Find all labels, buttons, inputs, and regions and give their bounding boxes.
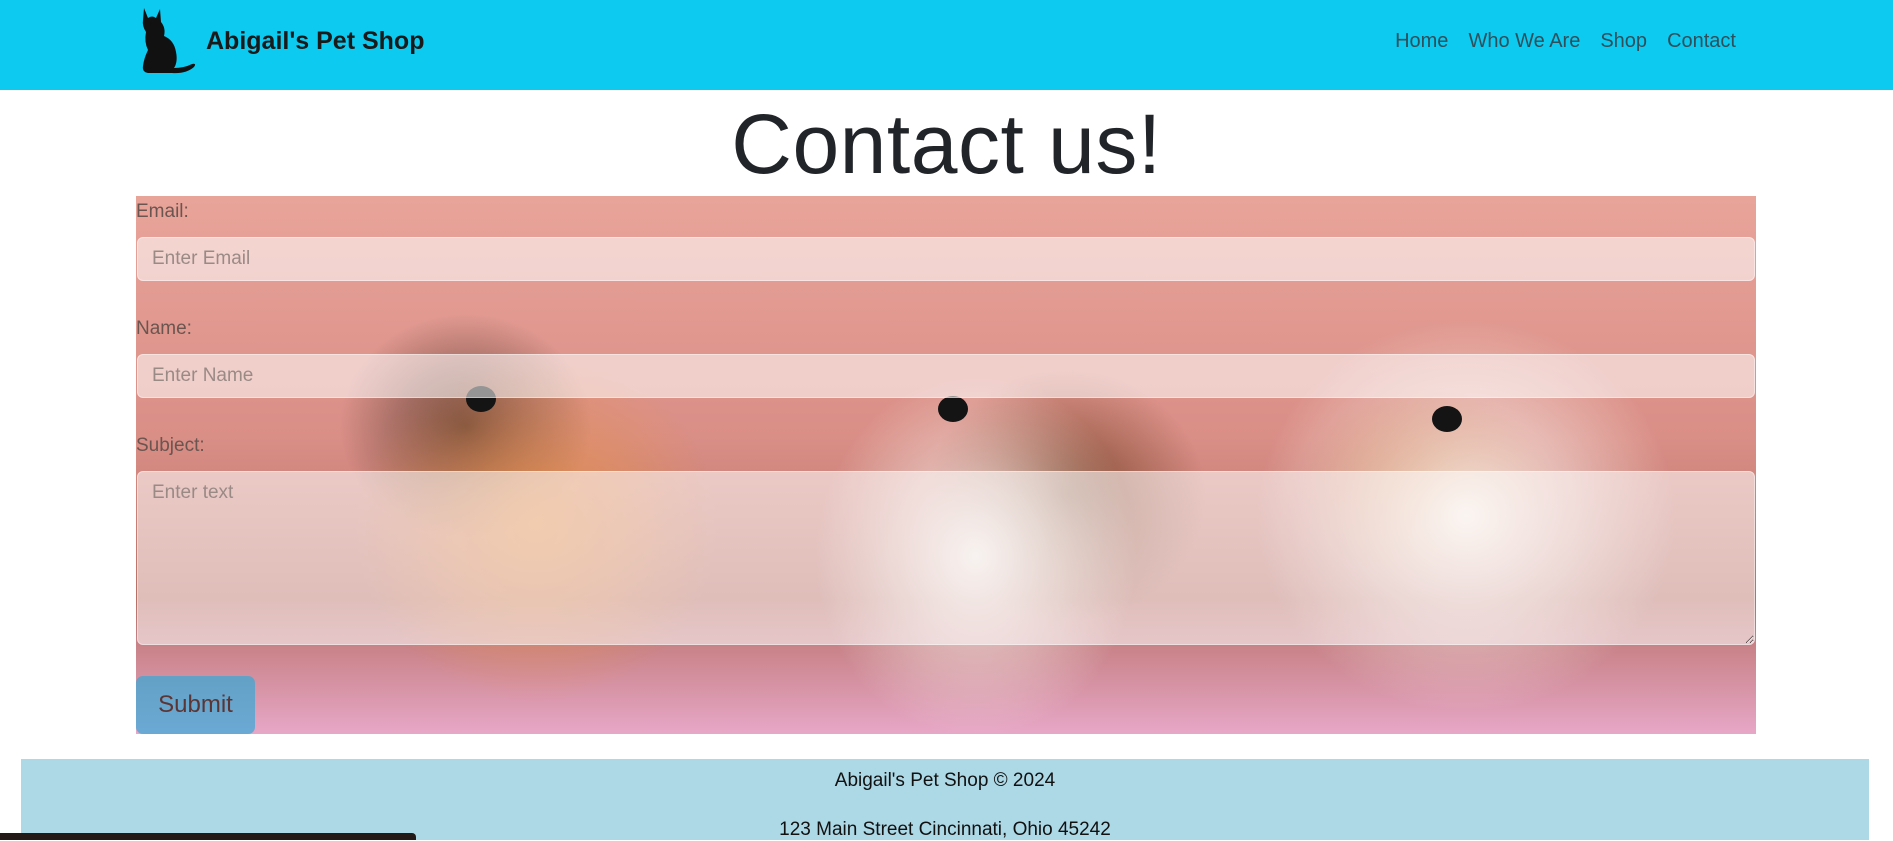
nav-who-we-are[interactable]: Who We Are [1458, 26, 1590, 57]
brand-name: Abigail's Pet Shop [206, 26, 425, 55]
cat-silhouette-icon [134, 6, 198, 76]
brand-link[interactable]: Abigail's Pet Shop [134, 6, 424, 76]
subject-textarea[interactable] [137, 471, 1755, 645]
contact-form: Email: Name: Subject: Submit [136, 196, 1756, 734]
footer-copyright: Abigail's Pet Shop © 2024 [834, 770, 1056, 791]
nav-contact[interactable]: Contact [1657, 26, 1746, 57]
nav-home[interactable]: Home [1385, 26, 1458, 57]
name-label: Name: [136, 318, 192, 339]
nav-shop[interactable]: Shop [1590, 26, 1657, 57]
main-nav: Home Who We Are Shop Contact [1385, 26, 1746, 57]
name-field[interactable] [137, 354, 1755, 398]
submit-button[interactable]: Submit [136, 676, 255, 734]
page-title: Contact us! [731, 97, 1162, 191]
bottom-overlay-bar [0, 833, 416, 840]
footer: Abigail's Pet Shop © 2024 123 Main Stree… [21, 759, 1869, 840]
subject-label: Subject: [136, 435, 205, 456]
email-label: Email: [136, 201, 189, 222]
email-field[interactable] [137, 237, 1755, 281]
navbar: Abigail's Pet Shop Home Who We Are Shop … [0, 0, 1893, 90]
